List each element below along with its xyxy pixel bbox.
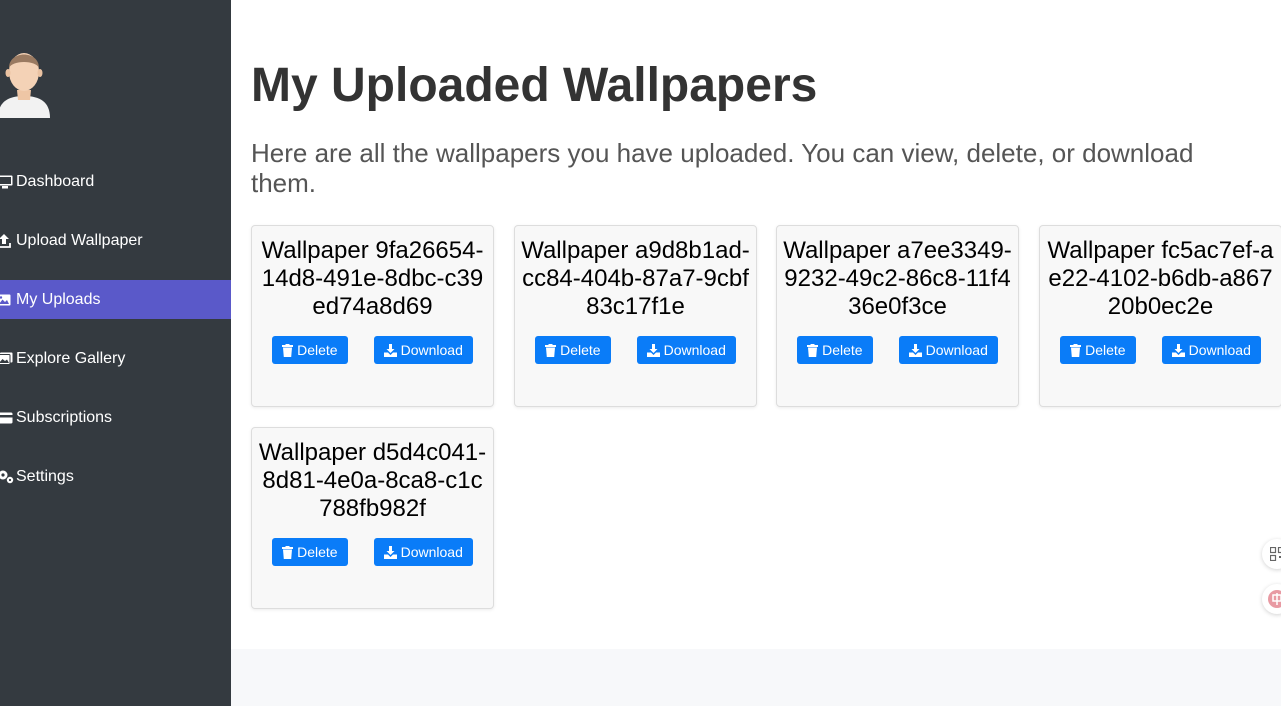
images-icon [0, 351, 15, 367]
main-content: My Uploaded Wallpapers Here are all the … [231, 0, 1281, 649]
sidebar-item-label: Explore Gallery [16, 349, 126, 367]
download-label: Download [1188, 342, 1251, 358]
page-description: Here are all the wallpapers you have upl… [251, 138, 1194, 198]
wallpaper-card: Wallpaper 9fa26654-14d8-491e-8dbc-c39ed7… [251, 225, 494, 407]
download-icon [383, 545, 397, 559]
sidebar-item-explore-gallery[interactable]: Explore Gallery [0, 339, 231, 378]
sidebar-item-my-uploads[interactable]: My Uploads [0, 280, 231, 319]
delete-button[interactable]: Delete [1060, 336, 1136, 364]
download-icon [1171, 343, 1185, 357]
delete-label: Delete [822, 342, 863, 358]
download-button[interactable]: Download [373, 336, 473, 364]
wallpaper-card: Wallpaper fc5ac7ef-ae22-4102-b6db-a86720… [1039, 225, 1281, 407]
wallpaper-card: Wallpaper a9d8b1ad-cc84-404b-87a7-9cbf83… [514, 225, 757, 407]
trash-icon [282, 545, 294, 559]
download-button[interactable]: Download [1161, 336, 1261, 364]
sidebar-item-label: Subscriptions [16, 408, 113, 426]
download-icon [383, 343, 397, 357]
translate-icon [1268, 590, 1281, 608]
gears-icon [0, 469, 15, 485]
wallpaper-card: Wallpaper a7ee3349-9232-49c2-86c8-11f436… [776, 225, 1019, 407]
user-avatar [0, 40, 54, 120]
wallpaper-title: Wallpaper 9fa26654-14d8-491e-8dbc-c39ed7… [261, 237, 484, 320]
sidebar-item-label: Dashboard [16, 172, 95, 190]
sidebar-nav: Dashboard Upload Wallpaper My Uploads Ex… [0, 162, 231, 516]
download-button[interactable]: Download [636, 336, 736, 364]
download-label: Download [925, 342, 988, 358]
footer-band [231, 649, 1281, 706]
sidebar-item-label: Upload Wallpaper [16, 231, 143, 249]
wallpaper-title: Wallpaper d5d4c041-8d81-4e0a-8ca8-c1c788… [258, 439, 487, 522]
delete-label: Delete [560, 342, 601, 358]
sidebar: Dashboard Upload Wallpaper My Uploads Ex… [0, 0, 231, 706]
delete-button[interactable]: Delete [272, 336, 348, 364]
sidebar-item-dashboard[interactable]: Dashboard [0, 162, 231, 201]
download-label: Download [663, 342, 726, 358]
download-icon [646, 343, 660, 357]
upload-icon [0, 233, 15, 249]
delete-button[interactable]: Delete [272, 538, 348, 566]
sidebar-item-subscriptions[interactable]: Subscriptions [0, 398, 231, 437]
delete-label: Delete [1085, 342, 1126, 358]
credit-card-icon [0, 410, 15, 426]
sidebar-item-label: My Uploads [16, 290, 101, 308]
wallpaper-title: Wallpaper a9d8b1ad-cc84-404b-87a7-9cbf83… [521, 237, 750, 320]
sidebar-item-upload-wallpaper[interactable]: Upload Wallpaper [0, 221, 231, 260]
sidebar-item-settings[interactable]: Settings [0, 457, 231, 496]
delete-button[interactable]: Delete [797, 336, 873, 364]
trash-icon [807, 343, 819, 357]
image-icon [0, 292, 15, 308]
qr-code-icon [1270, 547, 1281, 561]
download-button[interactable]: Download [373, 538, 473, 566]
download-button[interactable]: Download [898, 336, 998, 364]
wallpaper-title: Wallpaper fc5ac7ef-ae22-4102-b6db-a86720… [1047, 237, 1274, 320]
download-label: Download [400, 342, 463, 358]
delete-button[interactable]: Delete [535, 336, 611, 364]
page-title: My Uploaded Wallpapers [251, 59, 818, 112]
wallpaper-card: Wallpaper d5d4c041-8d81-4e0a-8ca8-c1c788… [251, 427, 494, 609]
download-label: Download [400, 544, 463, 560]
trash-icon [545, 343, 557, 357]
trash-icon [1070, 343, 1082, 357]
sidebar-item-label: Settings [16, 467, 74, 485]
delete-label: Delete [297, 544, 338, 560]
desktop-icon [0, 174, 15, 190]
delete-label: Delete [297, 342, 338, 358]
download-icon [908, 343, 922, 357]
wallpaper-title: Wallpaper a7ee3349-9232-49c2-86c8-11f436… [783, 237, 1012, 320]
trash-icon [282, 343, 294, 357]
